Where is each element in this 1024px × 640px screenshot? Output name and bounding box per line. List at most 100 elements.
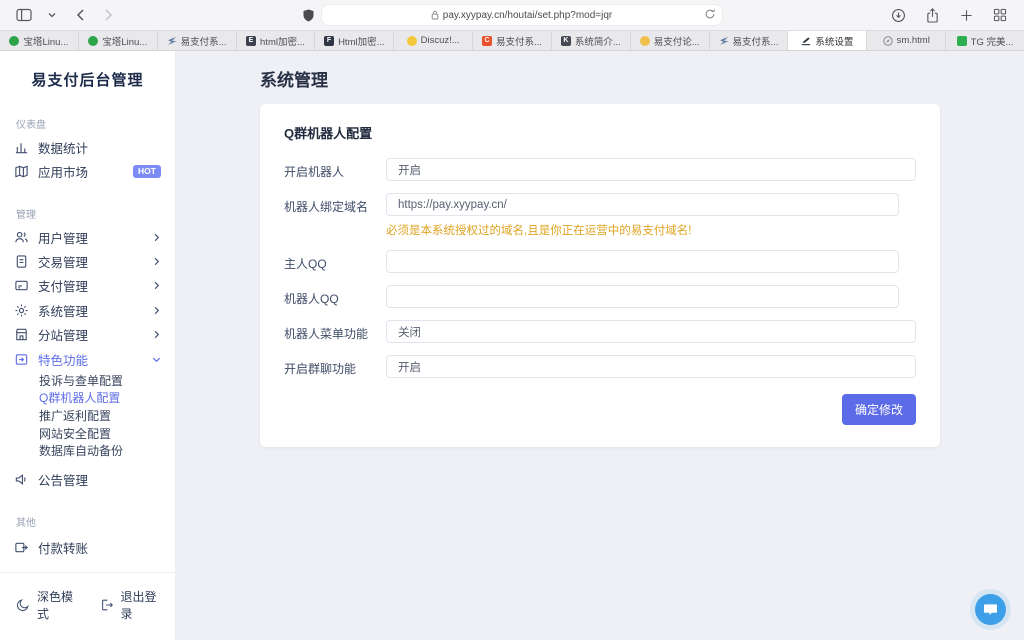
- speaker-icon: [14, 472, 29, 487]
- sidebar-bottom: 其他 付款转账 深色模式 退出登录: [0, 492, 175, 640]
- chevron-down-icon[interactable]: [40, 4, 64, 26]
- field-wrap: [386, 158, 916, 181]
- browser-toolbar: pay.xyypay.cn/houtai/set.php?mod=jqr: [0, 0, 1024, 30]
- dark-mode-label: 深色模式: [37, 588, 76, 622]
- browser-tab-html-encrypt-2[interactable]: F Html加密...: [315, 31, 394, 50]
- browser-tab-baota-2[interactable]: 宝塔Linu...: [79, 31, 158, 50]
- form-row-bot-qq: 机器人QQ: [284, 285, 916, 308]
- share-icon[interactable]: [920, 4, 944, 26]
- sidebar-item-substation[interactable]: 分站管理: [0, 322, 175, 346]
- letter-favicon-icon: F: [324, 36, 334, 46]
- sidebar-item-label: 支付管理: [38, 276, 88, 295]
- sidebar-item-label: 用户管理: [38, 228, 88, 247]
- sidebar-item-label: 付款转账: [38, 538, 88, 557]
- browser-tab-epay-2[interactable]: C 易支付系...: [473, 31, 552, 50]
- map-icon: [14, 164, 29, 179]
- field-label: 主人QQ: [284, 250, 386, 272]
- sidebar-toggle-icon[interactable]: [12, 4, 36, 26]
- field-wrap: 必须是本系统授权过的域名,且是你正在运营中的易支付域名!: [386, 193, 916, 238]
- tg-favicon-icon: [957, 36, 967, 46]
- field-label: 开启群聊功能: [284, 355, 386, 377]
- submit-row: 确定修改: [284, 394, 916, 425]
- logout-button[interactable]: 退出登录: [100, 588, 160, 622]
- sidebar-subitem-complaint[interactable]: 投诉与查单配置: [0, 371, 175, 389]
- browser-tab-epay-forum[interactable]: 易支付论...: [631, 31, 710, 50]
- refresh-icon[interactable]: [704, 8, 716, 23]
- new-tab-icon[interactable]: [954, 4, 978, 26]
- back-icon[interactable]: [68, 4, 92, 26]
- enable-bot-select[interactable]: [386, 158, 916, 181]
- bar-chart-icon: [14, 140, 29, 155]
- tab-overview-icon[interactable]: [988, 4, 1012, 26]
- form-row-owner-qq: 主人QQ: [284, 250, 916, 273]
- field-label: 开启机器人: [284, 158, 386, 180]
- browser-tab-discuz[interactable]: Discuz!...: [394, 31, 473, 50]
- sidebar-subitem-backup[interactable]: 数据库自动备份: [0, 442, 175, 460]
- app-window: 易支付后台管理 仪表盘 数据统计 应用市场 HOT 管理 用户管理: [0, 51, 1024, 640]
- sidebar-item-label: 分站管理: [38, 325, 88, 344]
- tab-label: 易支付系...: [181, 34, 227, 48]
- sidebar: 易支付后台管理 仪表盘 数据统计 应用市场 HOT 管理 用户管理: [0, 51, 176, 640]
- bind-domain-input[interactable]: [386, 193, 899, 216]
- page-title: 系统管理: [260, 66, 940, 91]
- gear-icon: [14, 303, 29, 318]
- browser-tab-tg[interactable]: TG 完美...: [946, 31, 1024, 50]
- folder-favicon-icon: [640, 36, 650, 46]
- sidebar-item-transfer[interactable]: 付款转账: [0, 533, 175, 562]
- sidebar-item-label: 应用市场: [38, 162, 88, 181]
- browser-tab-system-settings-active[interactable]: 系统设置: [788, 31, 867, 50]
- downloads-icon[interactable]: [886, 4, 910, 26]
- group-chat-select[interactable]: [386, 355, 916, 378]
- sidebar-subitem-qbot-active[interactable]: Q群机器人配置: [0, 389, 175, 407]
- section-label-dashboard: 仪表盘: [0, 116, 175, 131]
- sidebar-subitem-security[interactable]: 网站安全配置: [0, 424, 175, 442]
- sidebar-item-market[interactable]: 应用市场 HOT: [0, 159, 175, 183]
- tab-label: Html加密...: [338, 34, 384, 48]
- sidebar-item-trades[interactable]: 交易管理: [0, 249, 175, 273]
- logout-label: 退出登录: [121, 588, 160, 622]
- sidebar-item-stats[interactable]: 数据统计: [0, 135, 175, 159]
- chevron-right-icon: [152, 233, 161, 242]
- letter-favicon-icon: C: [482, 36, 492, 46]
- browser-tab-sysintro[interactable]: K 系统简介...: [552, 31, 631, 50]
- tab-label: 宝塔Linu...: [23, 34, 68, 48]
- browser-tab-epay-3[interactable]: 易支付系...: [710, 31, 789, 50]
- chevron-right-icon: [152, 330, 161, 339]
- tab-label: TG 完美...: [971, 34, 1014, 48]
- sidebar-item-label: 特色功能: [38, 350, 88, 369]
- letter-favicon-icon: E: [246, 36, 256, 46]
- browser-tab-smhtml[interactable]: sm.html: [867, 31, 946, 50]
- sidebar-item-label: 数据统计: [38, 138, 88, 157]
- chat-widget-button[interactable]: [975, 594, 1006, 625]
- menu-function-select[interactable]: [386, 320, 916, 343]
- chevron-right-icon: [152, 281, 161, 290]
- sidebar-item-payment[interactable]: 支付管理: [0, 274, 175, 298]
- browser-tab-baota-1[interactable]: 宝塔Linu...: [0, 31, 79, 50]
- field-wrap: [386, 320, 916, 343]
- sidebar-item-features[interactable]: 特色功能: [0, 347, 175, 371]
- sidebar-subitem-rebate[interactable]: 推广返利配置: [0, 407, 175, 425]
- forward-icon[interactable]: [96, 4, 120, 26]
- field-wrap: [386, 355, 916, 378]
- owner-qq-input[interactable]: [386, 250, 899, 273]
- tab-label: 系统设置: [815, 34, 853, 48]
- chevron-right-icon: [152, 257, 161, 266]
- sidebar-item-announcement[interactable]: 公告管理: [0, 468, 175, 492]
- bot-qq-input[interactable]: [386, 285, 899, 308]
- field-label: 机器人绑定域名: [284, 193, 386, 215]
- tab-label: 易支付论...: [654, 34, 700, 48]
- browser-tab-html-encrypt-1[interactable]: E html加密...: [237, 31, 316, 50]
- sidebar-item-label: 系统管理: [38, 301, 88, 320]
- address-bar[interactable]: pay.xyypay.cn/houtai/set.php?mod=jqr: [322, 5, 722, 25]
- browser-tab-epay-1[interactable]: 易支付系...: [158, 31, 237, 50]
- sidebar-item-users[interactable]: 用户管理: [0, 225, 175, 249]
- form-row-bind-domain: 机器人绑定域名 必须是本系统授权过的域名,且是你正在运营中的易支付域名!: [284, 193, 916, 238]
- tab-label: 易支付系...: [733, 34, 779, 48]
- dark-mode-toggle[interactable]: 深色模式: [16, 588, 76, 622]
- card-title: Q群机器人配置: [284, 123, 916, 142]
- paper-plane-icon: [167, 36, 177, 46]
- privacy-shield-icon[interactable]: [303, 9, 314, 22]
- confirm-modify-button[interactable]: 确定修改: [842, 394, 916, 425]
- sidebar-item-system[interactable]: 系统管理: [0, 298, 175, 322]
- qbot-config-card: Q群机器人配置 开启机器人 机器人绑定域名 必须是本系统授权过的域名,且是你正在…: [260, 104, 940, 447]
